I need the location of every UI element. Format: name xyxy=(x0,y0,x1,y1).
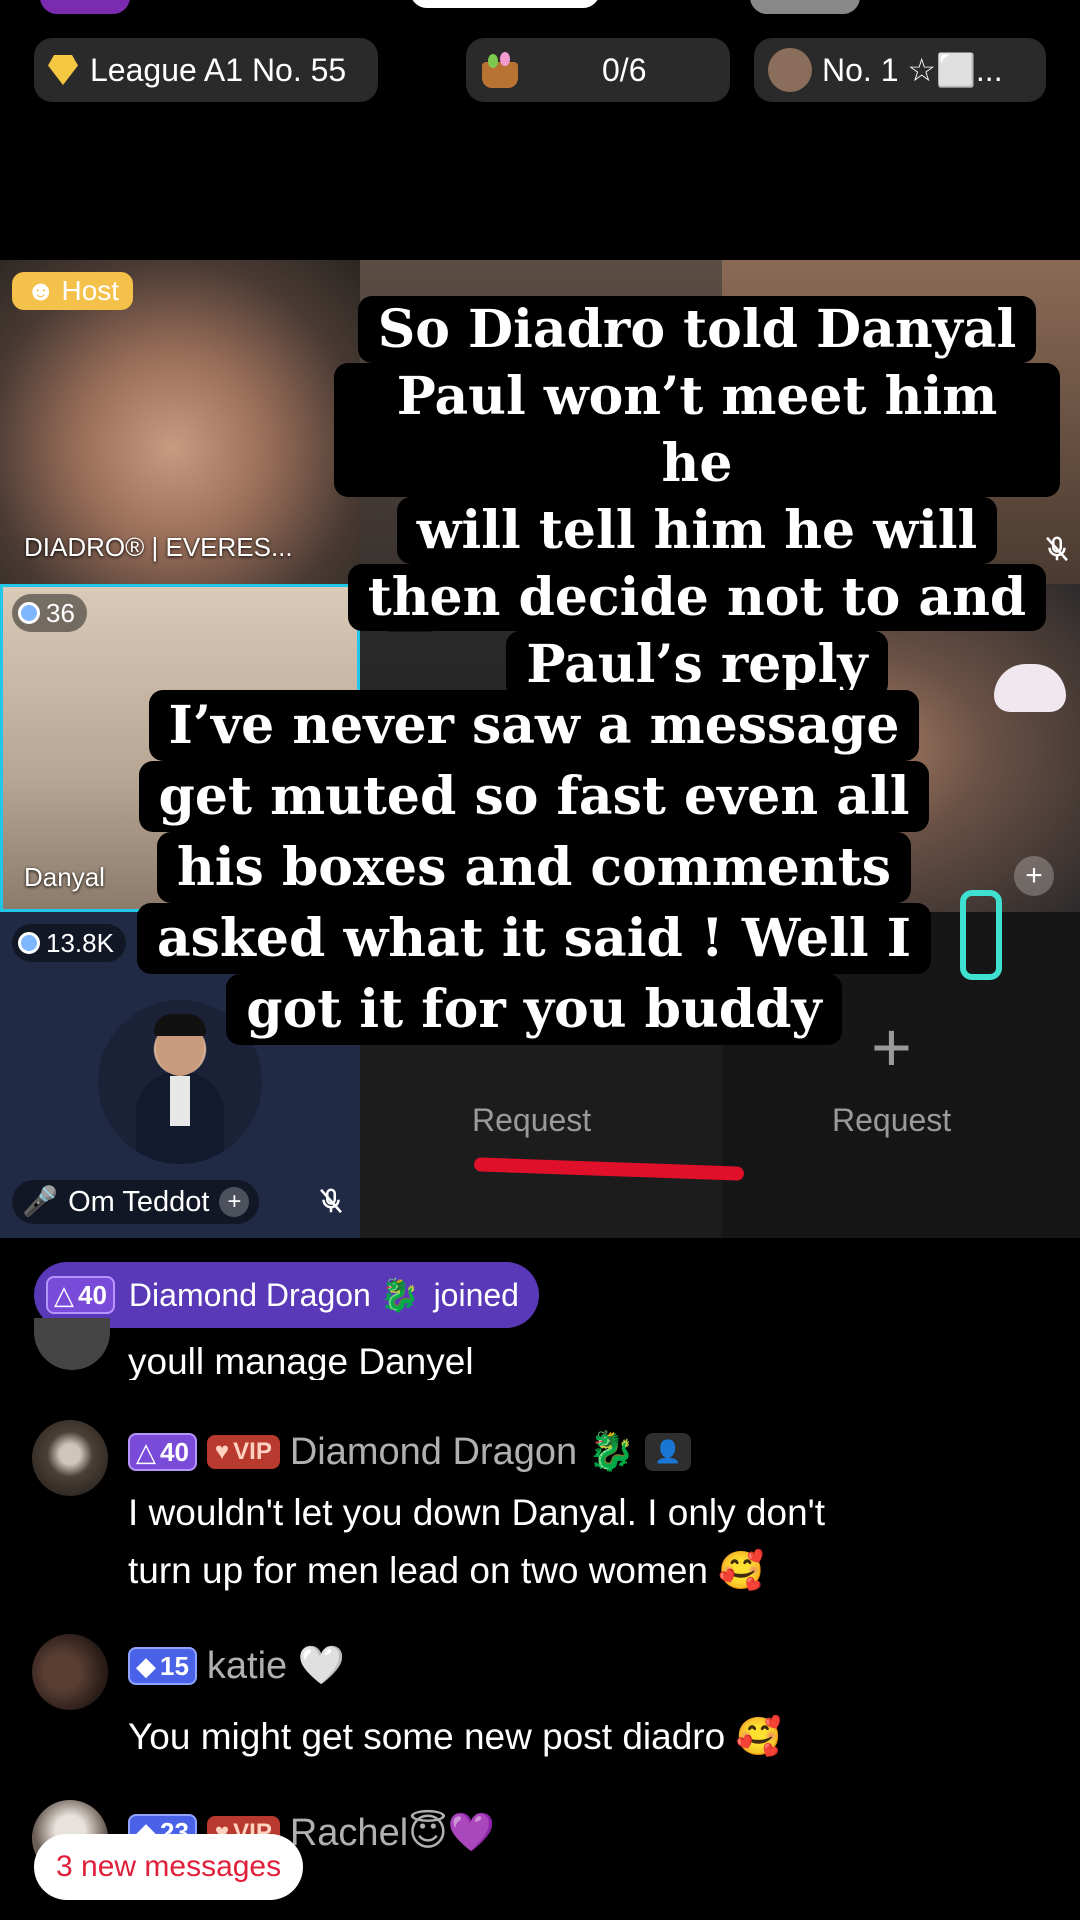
vip-badge: ♥ VIP xyxy=(206,1435,280,1469)
chat-message-partial: youll manage Danyel xyxy=(128,1341,474,1380)
caption-top-line-1: So Diadro told Danyal xyxy=(357,296,1037,363)
caption-bottom-line-2: get muted so fast even all xyxy=(138,761,930,832)
league-pill[interactable]: League A1 No. 55 xyxy=(34,38,378,102)
level-value: 40 xyxy=(160,1436,189,1467)
sparkle-gift-icon xyxy=(960,890,1002,980)
chat-message-text-2: You might get some new post diadro 🥰 xyxy=(128,1708,782,1766)
top-header-fragment-left xyxy=(40,0,130,14)
ranked-user-avatar xyxy=(768,48,812,92)
vip-crown-icon: ♥ xyxy=(214,1438,230,1465)
follow-user-icon[interactable]: 👤 xyxy=(645,1433,691,1471)
top-header-fragment-right xyxy=(750,0,860,14)
request-label-1[interactable]: Request xyxy=(472,1102,591,1139)
chat-username[interactable]: Rachel😇💜 xyxy=(290,1810,495,1855)
chat-username[interactable]: katie 🤍 xyxy=(207,1644,345,1688)
join-banner-username: Diamond Dragon 🐉 xyxy=(128,1277,420,1313)
follow-plus-icon[interactable]: + xyxy=(219,1187,250,1217)
level-value: 15 xyxy=(160,1650,189,1681)
caption-bottom-line-3: his boxes and comments xyxy=(157,832,911,903)
host-badge: ☻ Host xyxy=(12,272,134,310)
chat-username[interactable]: Diamond Dragon 🐉 xyxy=(290,1430,635,1474)
rank-pill[interactable]: No. 1 ☆⬜... xyxy=(754,38,1046,102)
danyal-name: Danyal xyxy=(24,862,105,892)
omteddot-viewer-count: 13.8K xyxy=(12,924,126,962)
omteddot-count-value: 13.8K xyxy=(46,927,114,958)
vip-label: VIP xyxy=(233,1438,272,1465)
caption-top-line-3: will tell him he will xyxy=(396,497,998,564)
host-badge-label: Host xyxy=(61,275,120,306)
add-guest-plus-button[interactable]: + xyxy=(1014,856,1054,896)
diamond-icon xyxy=(48,55,78,85)
coin-icon xyxy=(18,932,40,954)
request-label-2[interactable]: Request xyxy=(832,1102,951,1139)
easter-basket-icon xyxy=(480,48,520,92)
progress-label: 0/6 xyxy=(602,51,647,88)
chat-message-text-1: I wouldn't let you down Danyal. I only d… xyxy=(128,1484,825,1600)
new-messages-button[interactable]: 3 new messages xyxy=(34,1834,304,1900)
mic-muted-icon xyxy=(320,1188,342,1214)
microphone-icon: 🎤 xyxy=(22,1186,59,1218)
caption-top-line-4: then decide not to and xyxy=(347,564,1047,631)
level-gem-icon: △ xyxy=(54,1279,74,1310)
chat-avatar-diamond-dragon[interactable] xyxy=(32,1420,108,1496)
level-badge: ◆ 15 xyxy=(128,1647,197,1685)
caption-top-line-5: Paul’s reply xyxy=(506,631,888,698)
level-value: 40 xyxy=(78,1279,107,1310)
omteddot-name-chip[interactable]: 🎤 Om Teddot + xyxy=(12,1180,260,1224)
host-person-icon: ☻ xyxy=(26,275,56,306)
caption-top-line-2: Paul won’t meet him he xyxy=(334,363,1060,497)
chat-message-line: turn up for men lead on two women 🥰 xyxy=(128,1550,765,1591)
chat-message-line: You might get some new post diadro 🥰 xyxy=(128,1716,782,1757)
caption-bottom-line-1: I’ve never saw a message xyxy=(148,690,920,761)
caption-bottom-line-4: asked what it said ! Well I xyxy=(136,903,932,974)
omteddot-name: Om Teddot xyxy=(68,1185,210,1218)
danyal-viewer-count: 36 xyxy=(12,594,87,632)
league-label: League A1 No. 55 xyxy=(90,51,347,88)
join-banner-action: joined xyxy=(433,1276,519,1313)
level-badge: △ 40 xyxy=(128,1433,197,1471)
chat-message-line: I wouldn't let you down Danyal. I only d… xyxy=(128,1492,825,1533)
level-badge: △ 40 xyxy=(46,1276,115,1314)
gift-progress-pill[interactable]: 0/6 xyxy=(466,38,730,102)
caption-top: So Diadro told Danyal Paul won’t meet hi… xyxy=(334,296,1060,698)
chat-avatar-katie[interactable] xyxy=(32,1634,108,1710)
coin-icon xyxy=(18,602,40,624)
caption-bottom: I’ve never saw a message get muted so fa… xyxy=(110,690,958,1045)
level-gem-icon: △ xyxy=(136,1436,156,1467)
level-gem-icon: ◆ xyxy=(136,1650,156,1681)
chat-message-header-2: ◆ 15 katie 🤍 xyxy=(128,1644,345,1688)
danyal-count-value: 36 xyxy=(46,597,75,628)
rank-label: No. 1 ☆⬜... xyxy=(822,52,1003,88)
caption-bottom-line-5: got it for you buddy xyxy=(226,974,842,1045)
chat-message-header-1: △ 40 ♥ VIP Diamond Dragon 🐉 👤 xyxy=(128,1430,691,1474)
chat-avatar-partial[interactable] xyxy=(34,1318,110,1370)
top-header-fragment-center[interactable] xyxy=(410,0,600,8)
host-name: DIADRO® | EVERES... xyxy=(24,532,293,562)
